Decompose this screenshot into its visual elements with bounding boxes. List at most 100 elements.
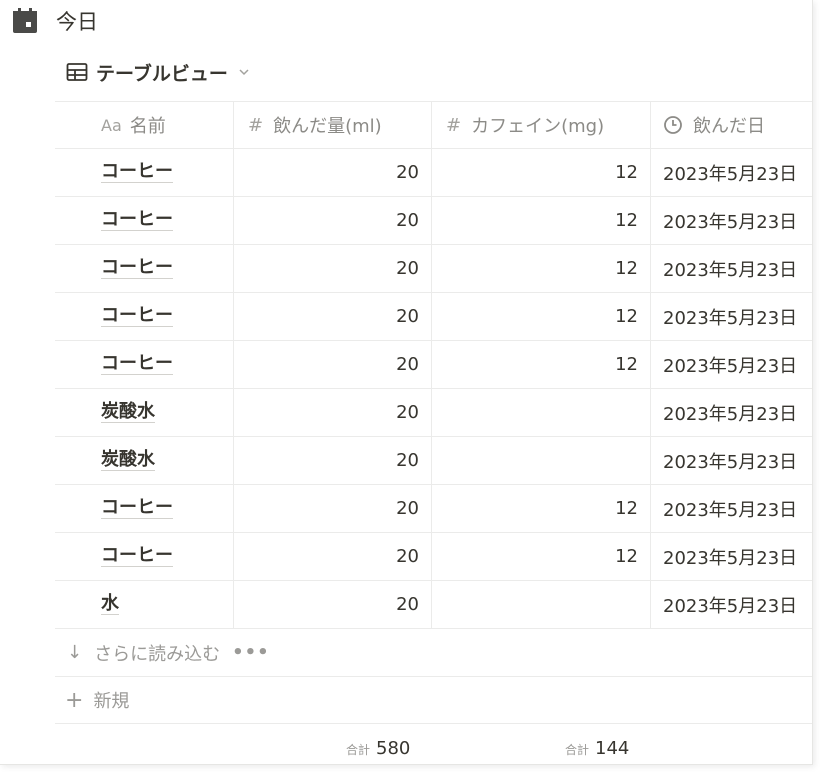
- cell-amount[interactable]: 20: [234, 581, 432, 628]
- cell-caffeine[interactable]: 12: [432, 149, 651, 196]
- row-title-link[interactable]: 水: [101, 593, 119, 616]
- more-options-icon[interactable]: •••: [232, 642, 270, 663]
- column-header-label: カフェイン(mg): [471, 116, 605, 137]
- caffeine-value: 12: [615, 162, 638, 183]
- page-header: 今日: [12, 4, 98, 38]
- cell-name[interactable]: コーヒー: [55, 245, 234, 292]
- amount-sum[interactable]: 合計 580: [346, 738, 410, 759]
- table-row[interactable]: コーヒー 20 12 2023年5月23日: [55, 149, 812, 197]
- caffeine-value: 12: [615, 306, 638, 327]
- row-title-link[interactable]: コーヒー: [101, 545, 173, 568]
- amount-value: 20: [396, 210, 419, 231]
- row-title-link[interactable]: コーヒー: [101, 305, 173, 328]
- cell-date[interactable]: 2023年5月23日: [651, 533, 812, 580]
- cell-caffeine[interactable]: 12: [432, 533, 651, 580]
- cell-caffeine[interactable]: 12: [432, 341, 651, 388]
- cell-amount[interactable]: 20: [234, 533, 432, 580]
- column-header-label: 名前: [129, 116, 166, 137]
- date-value: 2023年5月23日: [663, 403, 798, 425]
- calculation-footer: 合計 580 合計 144: [55, 724, 812, 772]
- caffeine-sum[interactable]: 合計 144: [565, 738, 629, 759]
- cell-date[interactable]: 2023年5月23日: [651, 149, 812, 196]
- row-title-link[interactable]: コーヒー: [101, 209, 173, 232]
- cell-amount[interactable]: 20: [234, 341, 432, 388]
- date-value: 2023年5月23日: [663, 499, 798, 521]
- cell-caffeine[interactable]: 12: [432, 293, 651, 340]
- cell-date[interactable]: 2023年5月23日: [651, 293, 812, 340]
- date-value: 2023年5月23日: [663, 163, 798, 185]
- table-row[interactable]: 炭酸水 20 2023年5月23日: [55, 437, 812, 485]
- row-title-link[interactable]: コーヒー: [101, 353, 173, 376]
- cell-caffeine[interactable]: 12: [432, 197, 651, 244]
- date-value: 2023年5月23日: [663, 259, 798, 281]
- cell-name[interactable]: コーヒー: [55, 485, 234, 532]
- table-header-row: Aa 名前 # 飲んだ量(ml) # カフェイン(mg) 飲んだ日: [55, 101, 812, 149]
- table-row[interactable]: コーヒー 20 12 2023年5月23日: [55, 293, 812, 341]
- cell-caffeine[interactable]: 12: [432, 485, 651, 532]
- page-title: 今日: [56, 10, 98, 34]
- cell-caffeine[interactable]: [432, 437, 651, 484]
- cell-amount[interactable]: 20: [234, 437, 432, 484]
- table-row[interactable]: 炭酸水 20 2023年5月23日: [55, 389, 812, 437]
- plus-icon: +: [65, 687, 84, 713]
- add-new-row-button[interactable]: + 新規: [55, 677, 812, 724]
- cell-name[interactable]: コーヒー: [55, 533, 234, 580]
- load-more-button[interactable]: ↓ さらに読み込む •••: [55, 629, 812, 677]
- row-title-link[interactable]: コーヒー: [101, 497, 173, 520]
- cell-amount[interactable]: 20: [234, 485, 432, 532]
- clock-icon: [664, 116, 682, 134]
- cell-date[interactable]: 2023年5月23日: [651, 389, 812, 436]
- cell-date[interactable]: 2023年5月23日: [651, 581, 812, 628]
- table-icon: [66, 63, 88, 81]
- cell-caffeine[interactable]: [432, 389, 651, 436]
- cell-date[interactable]: 2023年5月23日: [651, 485, 812, 532]
- table-row[interactable]: コーヒー 20 12 2023年5月23日: [55, 197, 812, 245]
- cell-amount[interactable]: 20: [234, 293, 432, 340]
- sum-value: 144: [595, 737, 630, 759]
- cell-date[interactable]: 2023年5月23日: [651, 341, 812, 388]
- cell-caffeine[interactable]: 12: [432, 245, 651, 292]
- caffeine-value: 12: [615, 546, 638, 567]
- cell-amount[interactable]: 20: [234, 149, 432, 196]
- table-body: コーヒー 20 12 2023年5月23日 コーヒー 20 12 2023年5月23日 コーヒー…: [55, 149, 812, 629]
- cell-date[interactable]: 2023年5月23日: [651, 437, 812, 484]
- cell-amount[interactable]: 20: [234, 245, 432, 292]
- cell-name[interactable]: コーヒー: [55, 293, 234, 340]
- table-row[interactable]: コーヒー 20 12 2023年5月23日: [55, 341, 812, 389]
- chevron-down-icon[interactable]: [238, 66, 250, 78]
- column-header-date[interactable]: 飲んだ日: [651, 102, 812, 148]
- cell-name[interactable]: 炭酸水: [55, 437, 234, 484]
- number-type-icon: #: [446, 114, 462, 136]
- cell-date[interactable]: 2023年5月23日: [651, 197, 812, 244]
- date-value: 2023年5月23日: [663, 451, 798, 473]
- date-value: 2023年5月23日: [663, 547, 798, 569]
- cell-amount[interactable]: 20: [234, 389, 432, 436]
- column-header-amount[interactable]: # 飲んだ量(ml): [234, 102, 432, 148]
- cell-name[interactable]: 水: [55, 581, 234, 628]
- row-title-link[interactable]: コーヒー: [101, 257, 173, 280]
- table-row[interactable]: コーヒー 20 12 2023年5月23日: [55, 245, 812, 293]
- column-header-label: 飲んだ日: [693, 116, 765, 137]
- table-row[interactable]: 水 20 2023年5月23日: [55, 581, 812, 629]
- table-row[interactable]: コーヒー 20 12 2023年5月23日: [55, 485, 812, 533]
- cell-name[interactable]: 炭酸水: [55, 389, 234, 436]
- amount-value: 20: [396, 594, 419, 615]
- sum-label: 合計: [346, 742, 371, 757]
- amount-value: 20: [396, 402, 419, 423]
- cell-date[interactable]: 2023年5月23日: [651, 245, 812, 292]
- view-tab-table[interactable]: テーブルビュー: [66, 56, 250, 88]
- amount-value: 20: [396, 258, 419, 279]
- amount-value: 20: [396, 546, 419, 567]
- cell-name[interactable]: コーヒー: [55, 341, 234, 388]
- cell-name[interactable]: コーヒー: [55, 197, 234, 244]
- row-title-link[interactable]: 炭酸水: [101, 449, 155, 472]
- column-header-name[interactable]: Aa 名前: [55, 102, 234, 148]
- column-header-caffeine[interactable]: # カフェイン(mg): [432, 102, 651, 148]
- cell-caffeine[interactable]: [432, 581, 651, 628]
- row-title-link[interactable]: 炭酸水: [101, 401, 155, 424]
- row-title-link[interactable]: コーヒー: [101, 161, 173, 184]
- table-row[interactable]: コーヒー 20 12 2023年5月23日: [55, 533, 812, 581]
- cell-name[interactable]: コーヒー: [55, 149, 234, 196]
- date-value: 2023年5月23日: [663, 595, 798, 617]
- cell-amount[interactable]: 20: [234, 197, 432, 244]
